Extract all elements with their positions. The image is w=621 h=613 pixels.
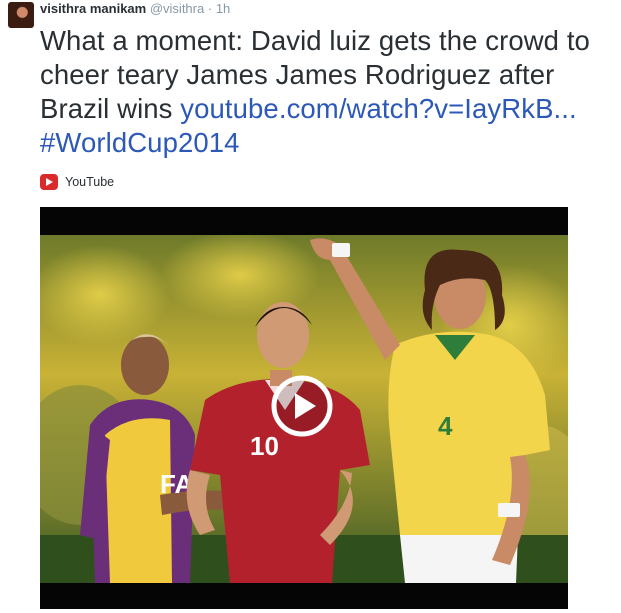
youtube-icon xyxy=(40,174,58,190)
source-label: YouTube xyxy=(65,175,115,189)
author-handle[interactable]: @visithra xyxy=(150,1,204,16)
tweet-link[interactable]: youtube.com/watch?v=IayRkB... xyxy=(180,93,577,124)
separator-dot: · xyxy=(207,1,213,16)
timestamp[interactable]: 1h xyxy=(216,1,230,16)
jersey-number-4: 4 xyxy=(438,411,453,441)
tweet-text: What a moment: David luiz gets the crowd… xyxy=(40,24,615,160)
video-player[interactable]: FA 10 4 xyxy=(40,207,568,609)
tweet-hashtag[interactable]: #WorldCup2014 xyxy=(40,127,240,158)
card-source[interactable]: YouTube xyxy=(40,173,114,191)
play-icon xyxy=(271,375,333,437)
avatar[interactable] xyxy=(8,2,34,28)
author-name[interactable]: visithra manikam xyxy=(40,1,146,16)
play-button[interactable] xyxy=(271,375,333,437)
tweet-header: visithra manikam @visithra · 1h xyxy=(40,1,230,17)
